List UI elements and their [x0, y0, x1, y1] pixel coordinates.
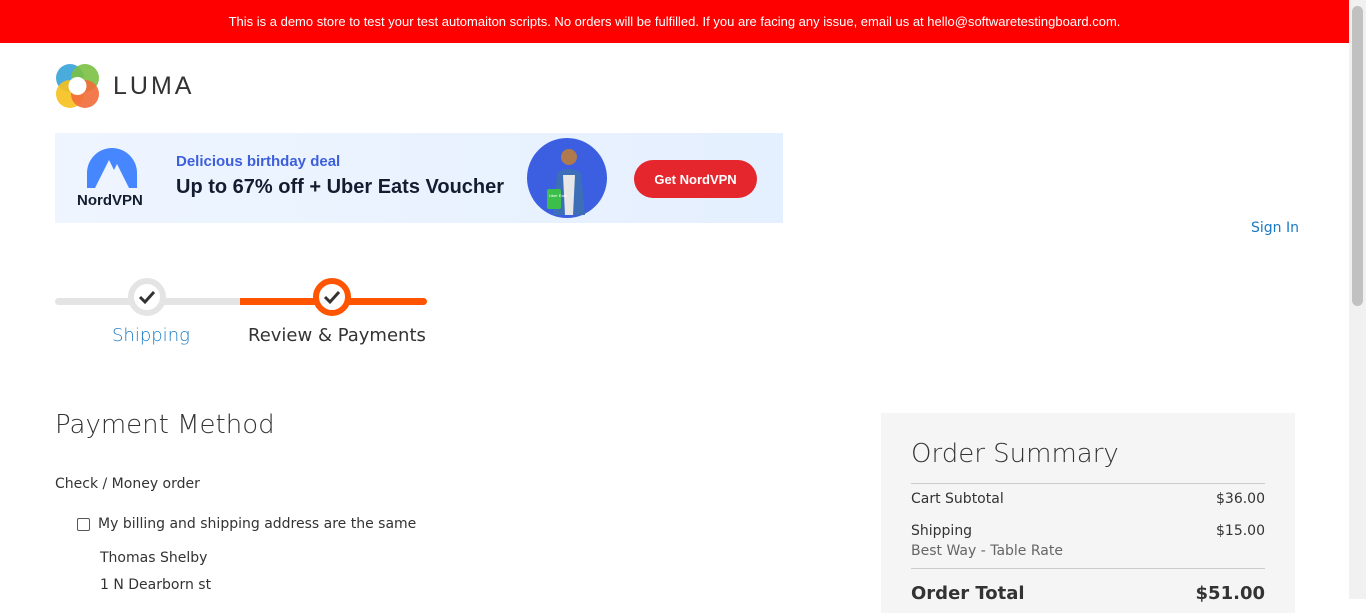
uber-eats-bag-text: Uber Eats — [549, 193, 567, 198]
billing-address-street: 1 N Dearborn st — [100, 577, 212, 593]
page-scrollbar[interactable] — [1349, 0, 1366, 599]
billing-same-checkbox[interactable] — [77, 517, 90, 531]
payment-method-title: Payment Method — [55, 410, 275, 440]
shipping-method: Best Way - Table Rate — [911, 543, 1063, 559]
ad-person-illustration: Uber Eats — [527, 138, 607, 218]
order-summary-title: Order Summary — [911, 439, 1119, 469]
cart-subtotal-label: Cart Subtotal — [911, 491, 1004, 507]
order-total-value: $51.00 — [1195, 583, 1265, 604]
demo-store-banner-text: This is a demo store to test your test a… — [228, 14, 1121, 29]
ad-headline: Up to 67% off + Uber Eats Voucher — [176, 176, 505, 198]
payment-method-option[interactable]: Check / Money order — [55, 476, 200, 492]
ad-kicker: Delicious birthday deal — [176, 153, 341, 170]
summary-divider — [911, 568, 1265, 569]
step-review-payments-label: Review & Payments — [248, 325, 426, 346]
nordvpn-mountain-icon — [87, 148, 137, 188]
nordvpn-ad-banner[interactable]: NordVPN Delicious birthday deal Up to 67… — [55, 133, 783, 223]
shipping-step-check-icon[interactable] — [128, 278, 166, 316]
luma-logo-text: LUMA — [113, 71, 195, 100]
shipping-value: $15.00 — [1216, 523, 1265, 539]
luma-logo-icon — [56, 64, 99, 108]
billing-same-label: My billing and shipping address are the … — [98, 516, 417, 532]
get-nordvpn-button[interactable]: Get NordVPN — [634, 160, 757, 198]
demo-store-banner: This is a demo store to test your test a… — [0, 0, 1349, 43]
order-summary: Order Summary Cart Subtotal $36.00 Shipp… — [881, 413, 1295, 613]
scrollbar-thumb[interactable] — [1352, 6, 1363, 306]
luma-logo[interactable]: LUMA — [55, 63, 194, 109]
shipping-label: Shipping — [911, 523, 973, 539]
order-total-label: Order Total — [911, 583, 1025, 604]
review-step-check-icon — [313, 278, 351, 316]
nordvpn-brand-name: NordVPN — [77, 192, 143, 209]
step-shipping-link[interactable]: Shipping — [112, 325, 190, 346]
billing-address-name: Thomas Shelby — [100, 550, 208, 566]
summary-divider — [911, 483, 1265, 484]
cart-subtotal-value: $36.00 — [1216, 491, 1265, 507]
sign-in-link[interactable]: Sign In — [1251, 220, 1299, 236]
checkout-progress-bar: Shipping Review & Payments — [55, 278, 427, 348]
billing-same-as-shipping[interactable]: My billing and shipping address are the … — [77, 516, 416, 532]
